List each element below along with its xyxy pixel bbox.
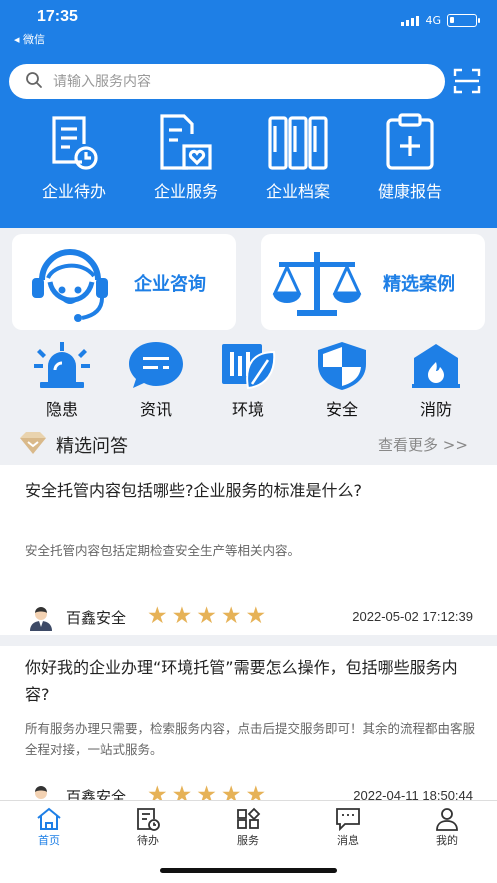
message-icon: [318, 807, 378, 831]
tab-label: 首页: [38, 834, 60, 847]
star-icon: ★: [245, 603, 267, 629]
status-bar: 17:35 ◂ 微信 4G: [0, 0, 497, 50]
back-to-wechat-link[interactable]: ◂ 微信: [14, 31, 45, 47]
category-label: 安全: [325, 400, 358, 419]
qa-question: 安全托管内容包括哪些?企业服务的标准是什么?: [25, 481, 362, 500]
star-icon: ★: [220, 603, 242, 629]
star-icon: ★: [196, 603, 217, 629]
leaf-panel-icon: [208, 340, 288, 390]
diamond-badge-icon: [18, 430, 48, 460]
nav-label: 企业服务: [153, 182, 218, 201]
tab-message[interactable]: 消息: [318, 807, 378, 848]
category-safety[interactable]: 安全: [302, 340, 382, 420]
rating-stars: ★ ★ ★ ★ ★: [147, 605, 266, 628]
tab-todo[interactable]: 待办: [118, 807, 178, 848]
scales-icon: [271, 248, 363, 324]
search-input[interactable]: [53, 73, 393, 90]
fire-house-icon: [396, 340, 476, 390]
archive-books-icon: [243, 112, 353, 172]
category-label: 隐患: [45, 400, 78, 419]
todo-icon: [118, 807, 178, 831]
grid-icon: [218, 807, 278, 831]
star-icon: ★: [171, 603, 193, 629]
nav-label: 企业待办: [41, 182, 106, 201]
clipboard-plus-icon: [355, 112, 465, 172]
tab-service[interactable]: 服务: [218, 807, 278, 848]
chat-bubble-icon: [116, 340, 196, 390]
service-heart-icon: [131, 112, 241, 172]
consult-label: 企业咨询: [134, 274, 206, 295]
signal-icon: [401, 15, 420, 26]
qa-question: 你好我的企业办理“环境托管”需要怎么操作，包括哪些服务内容?: [25, 658, 458, 704]
status-time: 17:35: [37, 8, 78, 25]
avatar: [28, 605, 54, 635]
category-hazard[interactable]: 隐患: [22, 340, 102, 420]
qa-section-title: 精选问答: [56, 436, 128, 457]
enterprise-consult-card[interactable]: 企业咨询: [12, 234, 236, 330]
selected-cases-card[interactable]: 精选案例: [261, 234, 485, 330]
home-indicator: [160, 868, 337, 873]
headset-agent-icon: [20, 242, 120, 328]
category-fire[interactable]: 消防: [396, 340, 476, 420]
qa-answer: 安全托管内容包括定期检查安全生产等相关内容。: [25, 543, 301, 558]
category-environment[interactable]: 环境: [208, 340, 288, 420]
tab-mine[interactable]: 我的: [417, 807, 477, 848]
tab-home[interactable]: 首页: [19, 807, 79, 848]
tab-label: 待办: [137, 834, 159, 847]
battery-icon: [447, 14, 480, 27]
nav-enterprise-archive[interactable]: 企业档案: [243, 112, 353, 202]
cases-label: 精选案例: [383, 274, 455, 295]
nav-health-report[interactable]: 健康报告: [355, 112, 465, 202]
qa-item[interactable]: 你好我的企业办理“环境托管”需要怎么操作，包括哪些服务内容? 所有服务办理只需要…: [0, 646, 497, 810]
category-news[interactable]: 资讯: [116, 340, 196, 420]
shield-icon: [302, 340, 382, 390]
qa-date: 2022-05-02 17:12:39: [352, 609, 473, 624]
tab-label: 消息: [337, 834, 359, 847]
tab-label: 服务: [237, 834, 259, 847]
category-label: 消防: [419, 400, 452, 419]
scan-icon[interactable]: [453, 68, 481, 98]
category-label: 资讯: [139, 400, 172, 419]
nav-label: 企业档案: [265, 182, 330, 201]
qa-author: 百鑫安全: [66, 609, 127, 627]
star-icon: ★: [147, 603, 168, 629]
nav-enterprise-service[interactable]: 企业服务: [131, 112, 241, 202]
qa-answer: 所有服务办理只需要，检索服务内容，点击后提交服务即可！其余的流程都由客服全程对接…: [25, 721, 476, 757]
todo-clock-icon: [19, 112, 129, 172]
alarm-light-icon: [22, 340, 102, 390]
category-label: 环境: [231, 400, 264, 419]
search-icon: [25, 71, 43, 93]
network-type: 4G: [425, 14, 441, 27]
tab-label: 我的: [436, 834, 458, 847]
nav-enterprise-todo[interactable]: 企业待办: [19, 112, 129, 202]
qa-meta: 百鑫安全 ★ ★ ★ ★ ★ 2022-05-02 17:12:39: [28, 605, 473, 631]
top-nav: 企业待办 企业服务 企业档案 健康报告: [0, 112, 497, 212]
search-bar[interactable]: [9, 64, 445, 99]
user-icon: [417, 807, 477, 831]
nav-label: 健康报告: [377, 182, 442, 201]
qa-item[interactable]: 安全托管内容包括哪些?企业服务的标准是什么? 安全托管内容包括定期检查安全生产等…: [0, 465, 497, 635]
home-icon: [19, 807, 79, 831]
category-row: 隐患 资讯 环境 安全 消防: [0, 340, 497, 425]
view-more-link[interactable]: 查看更多 >>: [378, 434, 468, 455]
qa-section-header: 精选问答 查看更多 >>: [0, 428, 497, 460]
